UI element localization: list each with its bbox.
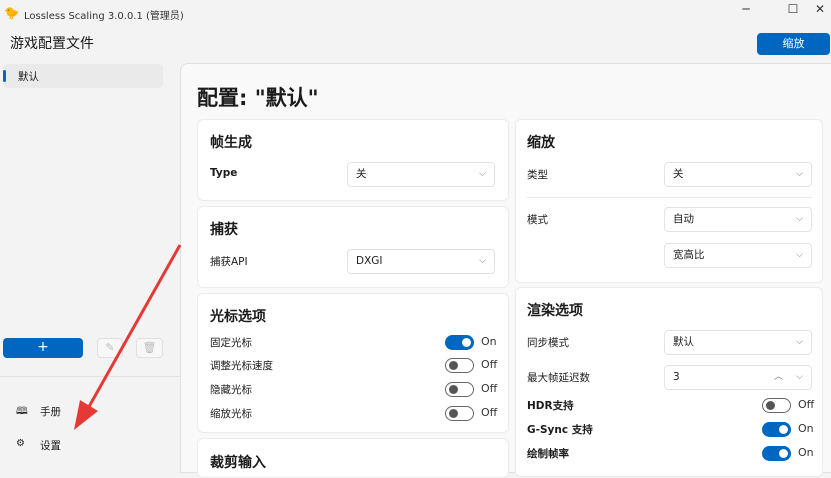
annotation-arrow bbox=[74, 244, 182, 430]
